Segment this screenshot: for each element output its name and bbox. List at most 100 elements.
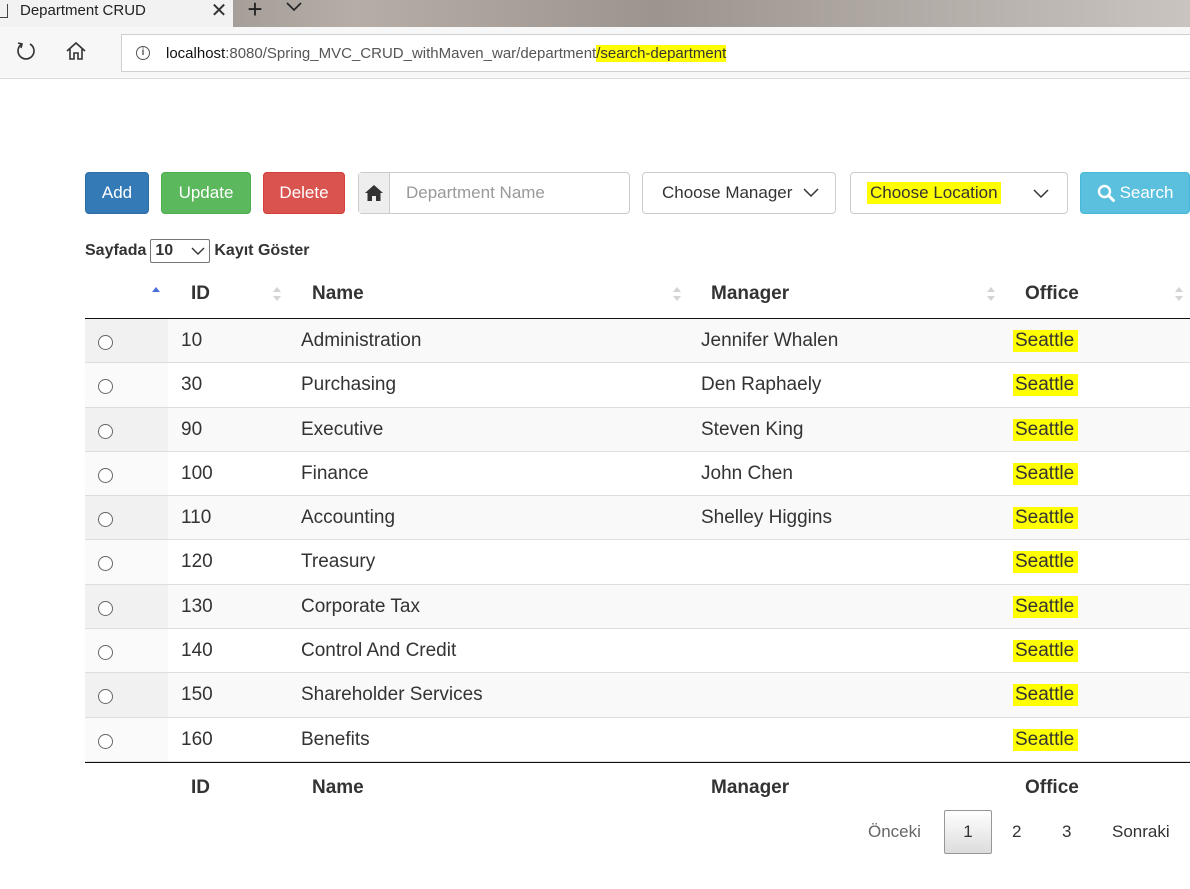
row-radio[interactable] [98,733,113,749]
page-button[interactable]: 3 [1062,822,1071,842]
cell-name: Accounting [301,507,396,529]
column-header-name[interactable]: Name [312,283,364,305]
cell-office: Seattle [1013,418,1079,441]
row-radio[interactable] [98,689,113,705]
url-highlight: /search-department [596,44,727,62]
cell-id: 30 [181,374,203,396]
table-row[interactable]: 140 Control And Credit Seattle [85,629,1190,674]
pagination: Önceki 1 2 3 Sonraki [0,810,1190,854]
cell-office: Seattle [1013,330,1079,352]
browser-tabstrip: Department CRUD ✕ + [0,0,1190,27]
sort-asc-icon[interactable] [151,285,161,303]
column-header-manager[interactable]: Manager [711,283,789,305]
department-search-group [358,172,630,214]
cell-id: 120 [181,551,213,573]
department-table: ID Name Manager Office 10 Administration J… [85,270,1190,812]
cell-manager: Steven King [701,418,804,440]
cell-id: 130 [181,595,213,617]
manager-select[interactable]: Choose Manager [642,172,836,214]
table-row[interactable]: 130 Corporate Tax Seattle [85,584,1190,630]
table-row[interactable]: 150 Shareholder Services Seattle [85,673,1190,718]
column-header-id[interactable]: ID [191,283,210,305]
next-page-button[interactable]: Sonraki [1112,822,1170,842]
tab-list-chevron-icon[interactable] [283,0,305,18]
table-row[interactable]: 90 Executive Steven King Seattle [85,407,1190,452]
footer-id: ID [191,776,210,798]
info-icon[interactable]: i [136,46,150,60]
table-row[interactable]: 10 Administration Jennifer Whalen Seattle [85,319,1190,364]
page-length-prefix: Sayfada [85,242,147,259]
page-length-select[interactable]: 10 [150,239,211,263]
chevron-down-icon [191,247,205,255]
row-radio[interactable] [98,645,113,661]
search-icon [1097,184,1115,202]
table-row[interactable]: 100 Finance John Chen Seattle [85,451,1190,497]
sort-both-icon[interactable] [1174,285,1184,303]
search-button-label: Search [1119,183,1174,202]
cell-manager: John Chen [701,462,793,484]
page-button[interactable]: 2 [1012,822,1021,842]
cell-id: 90 [181,418,203,440]
page-length-control: Sayfada 10 Kayıt Göster [85,239,310,263]
previous-page-button[interactable]: Önceki [868,822,921,842]
url-text: localhost:8080/Spring_MVC_CRUD_withMaven… [166,44,727,62]
row-radio[interactable] [98,379,113,395]
cell-office: Seattle [1013,640,1079,663]
row-radio[interactable] [98,556,113,572]
cell-id: 140 [181,640,213,662]
page-length-value: 10 [155,242,174,259]
sort-both-icon[interactable] [986,285,996,303]
department-name-input[interactable] [390,173,629,213]
page-length-suffix: Kayıt Göster [214,242,310,259]
manager-select-label: Choose Manager [662,183,793,202]
tab-title: Department CRUD [20,2,146,19]
cell-id: 10 [181,330,203,351]
browser-tab[interactable]: Department CRUD ✕ [0,0,233,27]
cell-name: Corporate Tax [301,595,420,617]
chevron-down-icon [803,188,819,198]
table-row[interactable]: 110 Accounting Shelley Higgins Seattle [85,496,1190,541]
sort-both-icon[interactable] [272,285,282,303]
column-header-office[interactable]: Office [1025,283,1079,305]
address-bar: i localhost:8080/Spring_MVC_CRUD_withMav… [0,27,1190,79]
footer-manager: Manager [711,776,790,798]
chevron-down-icon [1033,189,1049,199]
update-button[interactable]: Update [161,172,251,214]
cell-office: Seattle [1013,728,1079,751]
search-button[interactable]: Search [1080,172,1190,214]
page-icon [0,3,8,18]
home-icon[interactable] [63,38,89,64]
row-radio[interactable] [98,335,113,350]
cell-manager: Den Raphaely [701,374,822,396]
refresh-icon[interactable] [13,38,39,64]
delete-button[interactable]: Delete [263,172,345,214]
row-radio[interactable] [98,423,113,439]
table-row[interactable]: 30 Purchasing Den Raphaely Seattle [85,363,1190,408]
close-icon[interactable]: ✕ [205,0,233,23]
row-radio[interactable] [98,600,113,616]
sort-both-icon[interactable] [672,285,682,303]
url-box[interactable]: i localhost:8080/Spring_MVC_CRUD_withMav… [121,34,1190,72]
cell-name: Administration [301,330,422,351]
table-row[interactable]: 120 Treasury Seattle [85,540,1190,585]
cell-name: Benefits [301,728,370,750]
footer-office: Office [1025,776,1079,798]
table-row[interactable]: 160 Benefits Seattle [85,717,1190,762]
cell-office: Seattle [1013,551,1079,574]
cell-office: Seattle [1013,595,1079,618]
cell-id: 160 [181,728,213,750]
page-button-current[interactable]: 1 [944,810,992,854]
cell-name: Executive [301,418,384,440]
cell-office: Seattle [1013,507,1079,530]
cell-manager: Jennifer Whalen [701,330,839,351]
add-button[interactable]: Add [85,172,149,214]
cell-name: Purchasing [301,374,397,396]
location-select-label: Choose Location [867,182,1001,204]
cell-office: Seattle [1013,462,1079,485]
location-select[interactable]: Choose Location [850,172,1068,214]
row-radio[interactable] [98,467,113,483]
new-tab-icon[interactable]: + [243,0,267,25]
cell-id: 150 [181,684,213,706]
row-radio[interactable] [98,512,113,528]
table-header: ID Name Manager Office [85,270,1190,319]
